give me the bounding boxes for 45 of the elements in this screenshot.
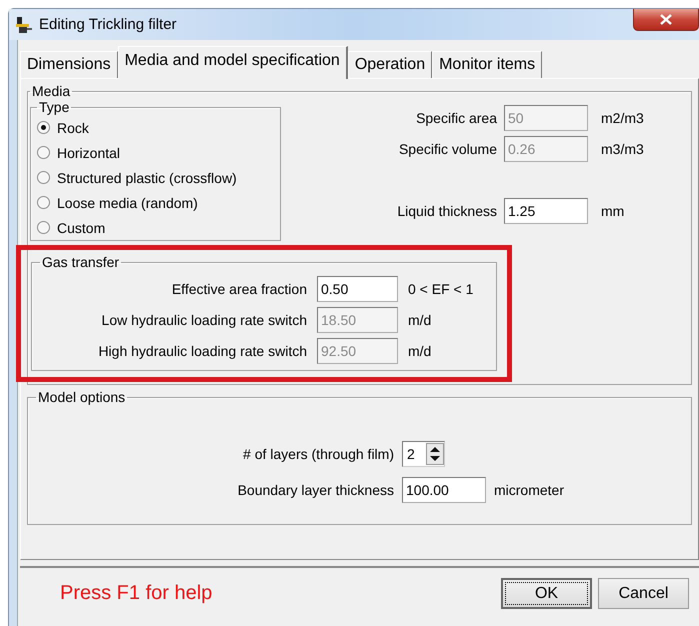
field-label: Boundary layer thickness — [236, 482, 394, 498]
tab[interactable]: Monitor items — [432, 51, 542, 78]
dialog-button[interactable]: OK — [501, 578, 592, 609]
field-label: Effective area fraction — [170, 281, 307, 297]
unit-label: mm — [600, 203, 626, 219]
field-label: Specific volume — [398, 141, 497, 157]
group-label: Media — [31, 83, 72, 99]
radio-button[interactable] — [37, 171, 50, 184]
field-label: High hydraulic loading rate switch — [97, 343, 307, 359]
radio-label[interactable]: Horizontal — [57, 144, 120, 160]
field-label: Low hydraulic loading rate switch — [100, 312, 307, 328]
field-label: Specific area — [415, 110, 497, 126]
radio-label[interactable]: Structured plastic (crossflow) — [57, 170, 237, 186]
input-field[interactable]: 0.50 — [317, 276, 398, 302]
radio-button[interactable] — [37, 146, 50, 159]
dialog-button[interactable]: Cancel — [598, 578, 689, 609]
unit-label: m/d — [408, 343, 432, 359]
unit-label: micrometer — [494, 482, 564, 498]
input-field[interactable]: 100.00 — [402, 477, 486, 503]
radio-button[interactable] — [37, 196, 50, 209]
radio-button[interactable] — [37, 121, 50, 134]
window-title: Editing Trickling filter — [39, 16, 177, 33]
radio-button[interactable] — [37, 221, 50, 234]
unit-label: m2/m3 — [600, 110, 645, 126]
radio-label[interactable]: Loose media (random) — [57, 194, 198, 210]
tab[interactable]: Media and model specification — [118, 46, 348, 79]
radio-label[interactable]: Rock — [57, 120, 89, 136]
field-label: # of layers (through film) — [242, 446, 394, 462]
spin-arrows-icon[interactable] — [426, 443, 444, 465]
field-label: Liquid thickness — [396, 203, 497, 219]
tab[interactable]: Operation — [348, 51, 432, 78]
close-button[interactable] — [633, 9, 699, 31]
close-icon — [660, 14, 672, 25]
group-label: Model options — [37, 389, 126, 405]
input-field[interactable]: 1.25 — [504, 198, 588, 224]
layers-spinner[interactable]: 2 — [402, 441, 445, 467]
radio-label[interactable]: Custom — [57, 220, 106, 236]
unit-label: 0 < EF < 1 — [408, 281, 474, 297]
unit-label: m3/m3 — [600, 141, 645, 157]
app-icon — [15, 16, 33, 34]
group-label: Type — [38, 99, 70, 115]
help-text: Press F1 for help — [60, 582, 212, 605]
tab[interactable]: Dimensions — [20, 51, 118, 78]
unit-label: m/d — [408, 312, 432, 328]
group-label: Gas transfer — [41, 254, 120, 270]
